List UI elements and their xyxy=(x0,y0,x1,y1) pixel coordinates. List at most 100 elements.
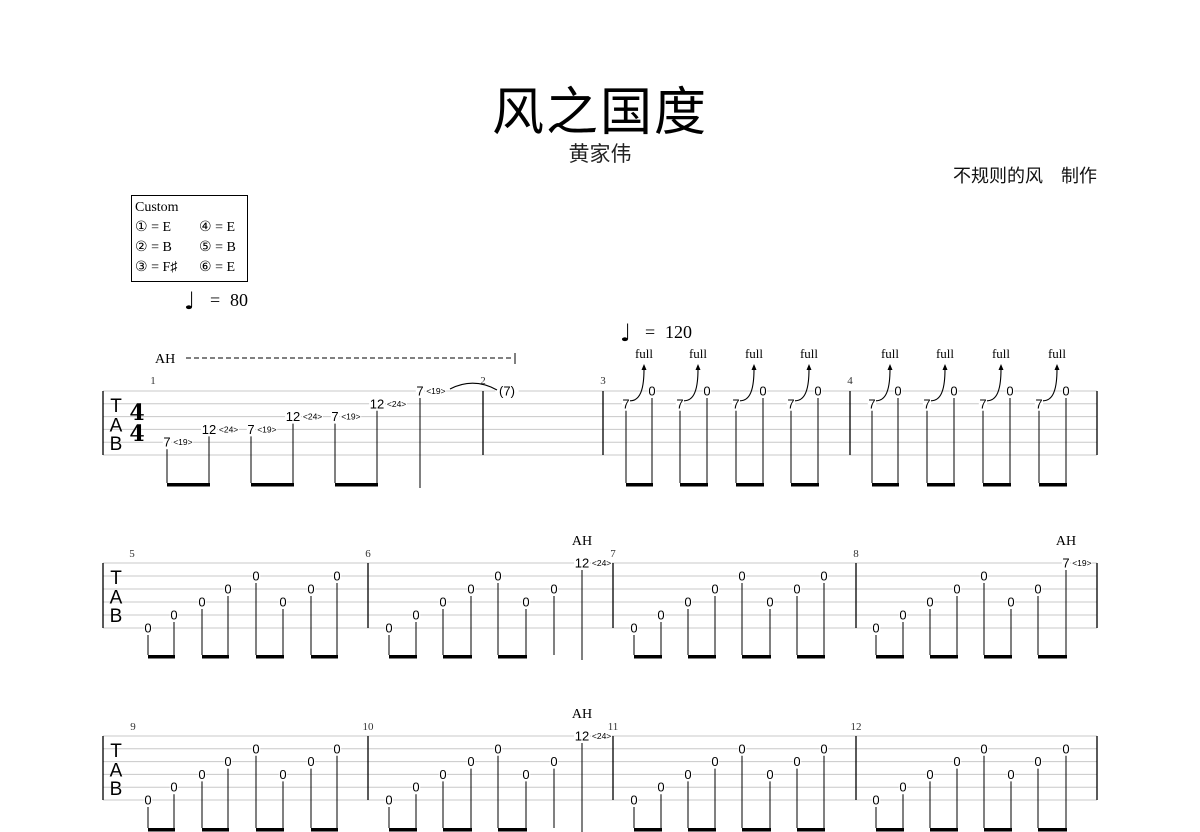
beam xyxy=(202,655,229,659)
fret-number: 7 xyxy=(416,384,423,399)
measure-number: 6 xyxy=(365,548,371,560)
fret-number: 0 xyxy=(170,608,177,623)
bend-arrow-icon xyxy=(942,364,948,370)
beam xyxy=(335,483,378,487)
bend-arrow-icon xyxy=(695,364,701,370)
tab-note: 7 <19> xyxy=(246,422,278,483)
tempo-value: 80 xyxy=(230,290,248,310)
fret-number: 7 xyxy=(979,396,986,411)
beam xyxy=(930,828,958,832)
measure-11: 11 0 0 0 0 0 0 0 0 xyxy=(608,721,829,832)
tab-note: 12 <24> xyxy=(201,422,239,483)
tab-note: 0 xyxy=(813,384,823,483)
beam xyxy=(498,655,527,659)
fret-number: 7 xyxy=(787,396,794,411)
tab-note: 0 xyxy=(466,582,476,655)
tab-note: 0 xyxy=(306,754,316,828)
tab-note: 0 xyxy=(683,767,693,828)
tab-note: 12 <24> xyxy=(285,409,323,483)
fret-number: 0 xyxy=(648,384,655,399)
tab-note: 0 xyxy=(765,767,775,828)
tab-note: 0 xyxy=(737,741,747,828)
fret-number: 0 xyxy=(899,608,906,623)
fret-number: 0 xyxy=(711,754,718,769)
beam xyxy=(876,828,904,832)
tab-note: 0 xyxy=(278,767,288,828)
tab-note: 0 xyxy=(710,582,720,655)
tab-clef-letter: T xyxy=(110,741,122,762)
measure-10: 10 0 0 0 0 0 0 0 12 <24>AH xyxy=(363,707,612,832)
fret-number: 0 xyxy=(252,741,259,756)
tab-note: 12 <24>AH xyxy=(572,534,612,660)
harmonic-fret: <19> xyxy=(1072,558,1091,568)
fret-number: 12 xyxy=(370,396,384,411)
tab-note: 0 xyxy=(949,384,959,483)
tab-note: 0 xyxy=(1006,767,1016,828)
tab-staff: TAB90000000010000000012 <24>AH11000000001… xyxy=(102,707,1098,832)
tab-note: 0 xyxy=(223,754,233,828)
fret-number: 0 xyxy=(550,582,557,597)
tab-note: 0 xyxy=(819,569,829,655)
tab-note: 0 xyxy=(710,754,720,828)
harmonic-fret: <19> xyxy=(341,412,360,422)
tempo-equals: = xyxy=(210,290,220,310)
tab-note: 0 xyxy=(143,793,153,828)
fret-number: 0 xyxy=(1006,384,1013,399)
tab-note: 0 xyxy=(411,780,421,828)
beam xyxy=(1038,655,1067,659)
tab-note: 0 xyxy=(925,595,935,655)
tab-note: 0 xyxy=(197,595,207,655)
fret-number: 0 xyxy=(926,595,933,610)
beam xyxy=(256,655,284,659)
tab-note: 7 <19> xyxy=(162,435,194,483)
tab-note: 0 xyxy=(521,767,531,828)
beam xyxy=(742,828,771,832)
beam xyxy=(251,483,294,487)
tempo-value: 120 xyxy=(665,322,692,342)
artificial-harmonic-label: AH xyxy=(155,352,175,367)
measure-number: 11 xyxy=(608,721,619,733)
tab-note: 0 xyxy=(493,569,503,655)
beam xyxy=(311,655,338,659)
beam xyxy=(983,483,1011,487)
tab-note: 0 xyxy=(1033,582,1043,655)
beam xyxy=(680,483,708,487)
tab-note: 0 xyxy=(1033,754,1043,828)
beam xyxy=(148,655,175,659)
fret-number: 0 xyxy=(980,569,987,584)
harmonic-fret: <19> xyxy=(257,424,276,434)
fret-number: 0 xyxy=(494,569,501,584)
fret-number: 7 xyxy=(676,396,683,411)
beam xyxy=(148,828,175,832)
fret-number: 7 xyxy=(247,422,254,437)
tab-note: 7 full xyxy=(731,346,763,483)
tab-clef-letter: T xyxy=(110,396,122,417)
tab-note: 0 xyxy=(871,793,881,828)
beam xyxy=(626,483,653,487)
beam xyxy=(389,655,417,659)
bend-curve xyxy=(629,368,645,402)
beam xyxy=(984,655,1012,659)
tab-note: 0 xyxy=(629,621,639,655)
beam xyxy=(736,483,764,487)
tab-note: 0 xyxy=(197,767,207,828)
tab-note: 7 <19> xyxy=(415,384,447,488)
fret-number: 7 xyxy=(622,396,629,411)
tab-note: 0 xyxy=(438,767,448,828)
tab-note: 0 xyxy=(898,608,908,655)
beam xyxy=(797,655,825,659)
fret-number: 0 xyxy=(630,793,637,808)
tab-note: 0 xyxy=(979,569,989,655)
tab-note: 7 full xyxy=(1034,346,1066,483)
fret-number: 0 xyxy=(333,741,340,756)
bend-arrow-icon xyxy=(998,364,1004,370)
fret-number: 0 xyxy=(766,767,773,782)
bend-curve xyxy=(739,368,755,402)
tab-note: 0 xyxy=(737,569,747,655)
fret-number: 0 xyxy=(224,754,231,769)
measure-number: 9 xyxy=(130,721,136,733)
tab-note: 0 xyxy=(1005,384,1015,483)
time-signature-bottom: 4 xyxy=(129,421,144,447)
fret-number: 7 xyxy=(923,396,930,411)
harmonic-fret: <24> xyxy=(387,399,406,409)
